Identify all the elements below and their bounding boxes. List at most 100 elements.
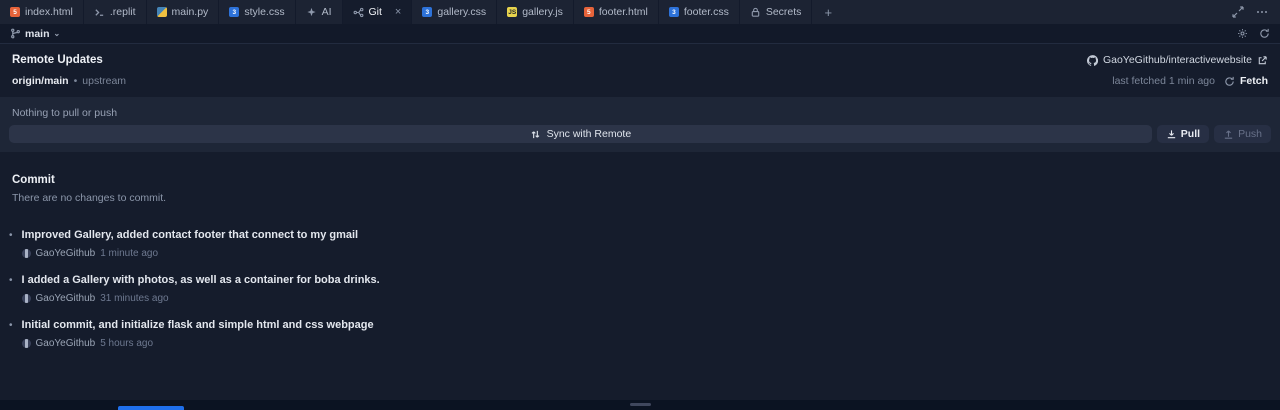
author-avatar <box>21 249 31 258</box>
tab-label: AI <box>321 6 332 18</box>
download-icon <box>1166 129 1177 140</box>
html-file-icon: 5 <box>10 7 20 17</box>
commit-history-list: • Improved Gallery, added contact footer… <box>0 229 1280 349</box>
commit-message: Improved Gallery, added contact footer t… <box>21 229 359 241</box>
branch-selector[interactable]: main ⌄ <box>10 28 60 40</box>
tab-label: gallery.js <box>522 6 563 18</box>
bottom-pane-edge <box>0 400 1280 410</box>
tab-secrets[interactable]: Secrets <box>740 0 813 24</box>
pull-button-label: Pull <box>1180 128 1201 140</box>
pane-resize-handle[interactable] <box>630 403 651 406</box>
current-branch-label: main <box>25 27 50 40</box>
tab-main-py[interactable]: main.py <box>147 0 220 24</box>
fetch-button-label: Fetch <box>1239 75 1268 87</box>
js-file-icon: JS <box>507 7 518 17</box>
replit-config-icon <box>94 7 105 18</box>
origin-branch-label: origin/main <box>12 75 69 87</box>
python-file-icon <box>156 7 167 17</box>
tab-label: footer.css <box>683 6 729 18</box>
commit-list-item[interactable]: • I added a Gallery with photos, as well… <box>0 274 1280 304</box>
commit-message: Initial commit, and initialize flask and… <box>21 319 374 331</box>
tab-bar-actions <box>1232 0 1280 24</box>
tab-label: footer.html <box>598 6 648 18</box>
last-fetched-label: last fetched 1 min ago <box>1112 75 1215 87</box>
git-pane-header: main ⌄ <box>0 24 1280 44</box>
chevron-down-icon: ⌄ <box>53 29 61 38</box>
tab-gallery-css[interactable]: 3 gallery.css <box>412 0 498 24</box>
commit-list-item[interactable]: • Initial commit, and initialize flask a… <box>0 319 1280 349</box>
tab-gallery-js[interactable]: JS gallery.js <box>497 0 574 24</box>
expand-pane-icon[interactable] <box>1232 6 1244 18</box>
commit-time: 5 hours ago <box>100 338 154 349</box>
tab-label: Git <box>368 6 382 18</box>
lock-icon <box>750 7 761 18</box>
replit-workspace: 5 index.html .replit main.py 3 style.css… <box>0 0 1280 410</box>
commit-bullet: • <box>9 275 13 286</box>
tab-label: Secrets <box>765 6 802 18</box>
tab-label: style.css <box>244 6 285 18</box>
tab-ai[interactable]: AI <box>296 0 343 24</box>
editor-tab-bar: 5 index.html .replit main.py 3 style.css… <box>0 0 1280 24</box>
commit-time: 1 minute ago <box>100 248 159 259</box>
pull-button[interactable]: Pull <box>1156 125 1210 143</box>
repo-name-label: GaoYeGithub/interactivewebsite <box>1102 54 1252 66</box>
git-pane-content: Remote Updates GaoYeGithub/interactivewe… <box>0 44 1280 410</box>
tab-label: gallery.css <box>437 6 487 18</box>
commit-meta: GaoYeGithub 1 minute ago <box>21 248 359 259</box>
commit-section-title: Commit <box>12 174 55 186</box>
html-file-icon: 5 <box>583 7 594 17</box>
author-avatar <box>21 339 31 348</box>
remote-updates-title: Remote Updates <box>12 54 103 66</box>
author-avatar <box>21 294 31 303</box>
fetch-area: last fetched 1 min ago Fetch <box>1112 75 1268 87</box>
sync-panel: Nothing to pull or push Sync with Remote… <box>0 97 1280 152</box>
commit-time: 31 minutes ago <box>100 293 169 304</box>
commit-body: I added a Gallery with photos, as well a… <box>21 274 380 304</box>
ai-sparkle-icon <box>306 7 317 18</box>
dot-separator: • <box>73 75 78 87</box>
commit-author: GaoYeGithub <box>35 248 96 259</box>
sync-with-remote-button[interactable]: Sync with Remote <box>9 125 1152 143</box>
git-pane-actions <box>1237 28 1270 39</box>
sync-button-label: Sync with Remote <box>546 128 632 140</box>
css-file-icon: 3 <box>422 7 433 17</box>
tab-footer-html[interactable]: 5 footer.html <box>574 0 659 24</box>
commit-bullet: • <box>9 320 13 331</box>
tab-replit-config[interactable]: .replit <box>84 0 147 24</box>
upstream-label: upstream <box>82 75 127 87</box>
git-settings-gear-icon[interactable] <box>1237 28 1248 39</box>
commit-empty-message: There are no changes to commit. <box>12 192 167 204</box>
commit-list-item[interactable]: • Improved Gallery, added contact footer… <box>0 229 1280 259</box>
refresh-icon <box>1224 76 1235 87</box>
commit-message: I added a Gallery with photos, as well a… <box>21 274 380 286</box>
refresh-pane-icon[interactable] <box>1259 28 1270 39</box>
github-repo-link[interactable]: GaoYeGithub/interactivewebsite <box>1087 54 1268 66</box>
tab-footer-css[interactable]: 3 footer.css <box>659 0 740 24</box>
git-branch-icon <box>10 28 21 39</box>
git-branch-icon <box>353 7 364 18</box>
fetch-button[interactable]: Fetch <box>1224 75 1268 87</box>
active-pane-indicator <box>118 406 184 410</box>
push-button[interactable]: Push <box>1214 125 1271 143</box>
upload-icon <box>1223 129 1234 140</box>
sync-actions-row: Sync with Remote Pull Push <box>0 125 1280 143</box>
github-icon <box>1087 54 1098 66</box>
commit-bullet: • <box>9 230 13 241</box>
external-link-icon <box>1257 55 1268 66</box>
tab-index-html[interactable]: 5 index.html <box>0 0 84 24</box>
sync-arrows-icon <box>530 129 541 140</box>
close-tab-icon[interactable]: × <box>395 6 401 18</box>
css-file-icon: 3 <box>229 7 240 17</box>
sync-status-text: Nothing to pull or push <box>12 107 118 119</box>
tab-style-css[interactable]: 3 style.css <box>219 0 296 24</box>
commit-body: Initial commit, and initialize flask and… <box>21 319 374 349</box>
tab-label: .replit <box>109 6 136 18</box>
new-tab-button[interactable]: + <box>812 0 844 24</box>
remote-updates-header-row: Remote Updates GaoYeGithub/interactivewe… <box>0 44 1280 69</box>
more-options-icon[interactable] <box>1256 6 1268 18</box>
tab-label: index.html <box>25 6 73 18</box>
css-file-icon: 3 <box>668 7 679 17</box>
commit-author: GaoYeGithub <box>35 338 96 349</box>
tab-git[interactable]: Git × <box>342 0 413 24</box>
push-button-label: Push <box>1238 128 1262 140</box>
